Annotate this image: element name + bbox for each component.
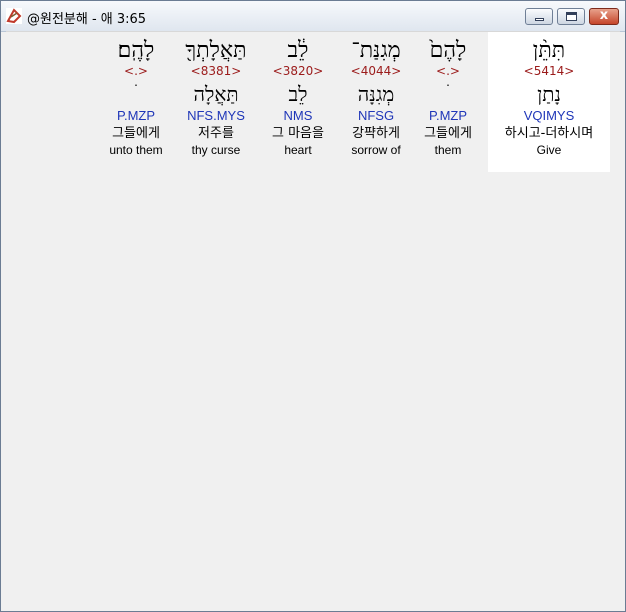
morphology-code: P.MZP <box>428 108 468 123</box>
morphology-code: VQIMYS <box>523 108 575 123</box>
strong-number[interactable]: <8381> <box>176 64 256 78</box>
minimize-icon <box>535 18 544 21</box>
korean-gloss: 강퍅하게 <box>352 126 400 141</box>
hebrew-word: לָהֶם֙ <box>429 38 467 63</box>
english-gloss: heart <box>284 143 312 157</box>
word-column-sorrow[interactable]: מְגִנַּת־ <4044> מְגִנָּה NFSG 강퍅하게 sorr… <box>340 32 412 172</box>
strong-number[interactable]: <.> <box>104 64 168 78</box>
korean-gloss: 그들에게 <box>112 126 160 141</box>
maximize-button[interactable] <box>557 8 585 25</box>
word-column-them[interactable]: לָהֶם֙ <.> ׄ P.MZP 그들에게 them <box>414 32 482 172</box>
app-logo-icon <box>6 8 22 24</box>
strong-number[interactable]: <5414> <box>488 64 610 78</box>
word-column-unto-them[interactable]: לָהֶֽם׃ <.> ׄ P.MZP 그들에게 unto them <box>104 32 168 172</box>
word-column-curse[interactable]: תַּאֲלָתְךָ֖ <8381> תַּאֲלָה NFS.MYS 저주를… <box>176 32 256 172</box>
close-button[interactable]: x <box>589 8 619 25</box>
morphology-code: NMS <box>283 108 313 123</box>
hebrew-word: מְגִנַּת־ <box>351 38 401 63</box>
korean-gloss: 하시고-더하시며 <box>504 126 594 141</box>
lemma: ׄ <box>414 78 482 108</box>
morphology-code: P.MZP <box>116 108 156 123</box>
english-gloss: Give <box>536 143 562 157</box>
strong-number[interactable]: <.> <box>414 64 482 78</box>
hebrew-word: לֵ֔ב <box>287 38 309 63</box>
title-bar[interactable]: @원전분해 - 애 3:65 x <box>1 1 625 32</box>
korean-gloss: 그들에게 <box>424 126 472 141</box>
lemma: מְגִנָּה <box>357 82 395 106</box>
english-gloss: sorrow of <box>351 143 401 157</box>
morphology-code: NFSG <box>357 108 395 123</box>
hebrew-word: תַּאֲלָתְךָ֖ <box>185 38 247 63</box>
app-window: @원전분해 - 애 3:65 x תִּתֵּ֨ן <5414> נָתַן V… <box>0 0 626 612</box>
lemma: ׄ <box>104 78 168 108</box>
hebrew-word: תִּתֵּ֨ן <box>532 38 566 63</box>
english-gloss: thy curse <box>191 143 241 157</box>
minimize-button[interactable] <box>525 8 553 25</box>
lemma: נָתַן <box>537 82 561 106</box>
maximize-icon <box>566 12 577 21</box>
english-gloss: unto them <box>109 143 163 157</box>
close-icon: x <box>599 8 609 23</box>
lemma: תַּאֲלָה <box>193 82 239 106</box>
window-title: @원전분해 - 애 3:65 <box>27 12 147 27</box>
interlinear-panel: תִּתֵּ֨ן <5414> נָתַן VQIMYS 하시고-더하시며 Gi… <box>6 31 620 607</box>
word-column-give[interactable]: תִּתֵּ֨ן <5414> נָתַן VQIMYS 하시고-더하시며 Gi… <box>488 32 610 172</box>
korean-gloss: 저주를 <box>198 126 234 141</box>
lemma: לֵב <box>288 82 308 106</box>
word-column-heart[interactable]: לֵ֔ב <3820> לֵב NMS 그 마음을 heart <box>262 32 334 172</box>
english-gloss: them <box>434 143 462 157</box>
hebrew-word: לָהֶֽם׃ <box>117 38 155 63</box>
strong-number[interactable]: <3820> <box>262 64 334 78</box>
strong-number[interactable]: <4044> <box>340 64 412 78</box>
korean-gloss: 그 마음을 <box>272 126 324 141</box>
morphology-code: NFS.MYS <box>187 108 245 123</box>
